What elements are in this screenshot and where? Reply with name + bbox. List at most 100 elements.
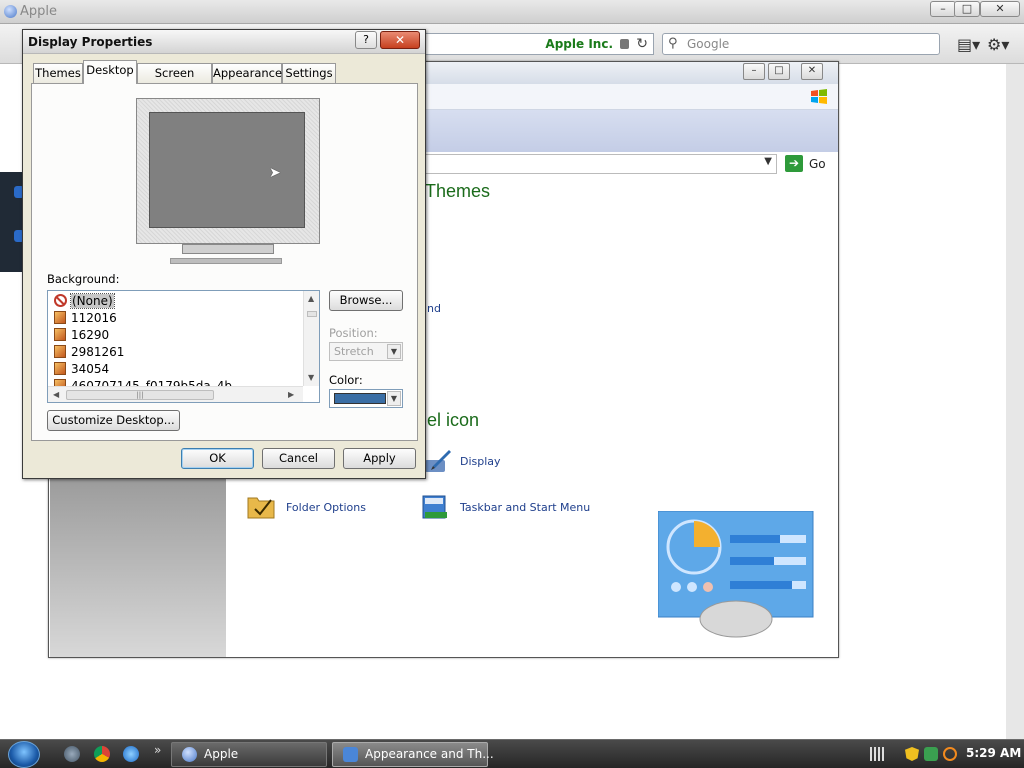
chrome-icon[interactable] — [94, 746, 110, 762]
cp-restore-button[interactable]: □ — [768, 63, 790, 80]
cp-minimize-button[interactable]: – — [743, 63, 765, 80]
position-value: Stretch — [334, 345, 374, 358]
chevron-down-icon[interactable]: ▼ — [764, 156, 772, 167]
cancel-button[interactable]: Cancel — [262, 448, 335, 469]
gear-icon[interactable]: ⚙▾ — [987, 35, 1009, 54]
color-swatch — [334, 393, 386, 404]
search-icon: ⚲ — [668, 36, 678, 51]
browse-button[interactable]: Browse... — [329, 290, 403, 311]
network-icon[interactable] — [924, 747, 938, 761]
tab-themes[interactable]: Themes — [33, 63, 83, 83]
control-panel-illustration — [658, 511, 814, 638]
scroll-left-icon[interactable]: ◀ — [53, 390, 59, 399]
background-label: Background: — [47, 272, 120, 286]
go-button[interactable]: Go — [809, 157, 826, 171]
background-list[interactable]: (None) 112016 16290 2981261 34054 460707… — [47, 290, 320, 403]
scroll-right-icon[interactable]: ▶ — [288, 390, 294, 399]
image-file-icon — [54, 311, 66, 324]
taskbar-item-control-panel[interactable]: Appearance and Th... — [332, 742, 494, 767]
list-item[interactable]: 16290 — [54, 327, 294, 343]
ok-button[interactable]: OK — [181, 448, 254, 469]
browser-close-button[interactable]: ✕ — [980, 1, 1020, 17]
help-button[interactable]: ? — [355, 31, 377, 49]
cp-close-button[interactable]: ✕ — [801, 63, 823, 80]
list-item[interactable]: (None) — [54, 293, 294, 309]
none-icon — [54, 294, 67, 307]
search-icon[interactable] — [943, 747, 957, 761]
search-placeholder: Google — [687, 37, 730, 51]
chevron-down-icon: ▼ — [387, 344, 401, 359]
list-vertical-scrollbar[interactable]: ▲ ▼ — [303, 291, 319, 386]
scroll-up-icon[interactable]: ▲ — [308, 294, 314, 303]
color-label: Color: — [329, 373, 363, 387]
dialog-titlebar[interactable]: Display Properties ? ✕ — [23, 30, 425, 54]
internet-explorer-icon[interactable] — [123, 746, 139, 762]
go-arrow-icon[interactable]: ➔ — [785, 155, 803, 172]
cp-task-link[interactable]: nd — [427, 302, 441, 315]
tab-screen-saver[interactable]: Screen Saver — [137, 63, 212, 98]
show-desktop-icon[interactable] — [64, 746, 80, 762]
list-item[interactable]: 112016 — [54, 310, 294, 326]
cp-heading-themes: Themes — [425, 181, 491, 201]
position-select: Stretch ▼ — [329, 342, 403, 361]
monitor-base — [182, 244, 274, 254]
scroll-thumb[interactable]: ||| — [66, 390, 214, 400]
clock[interactable]: 5:29 AM — [966, 746, 1021, 760]
folder-options-icon[interactable] — [247, 492, 277, 520]
tab-settings[interactable]: Settings — [282, 63, 336, 83]
browser-logo-icon — [4, 5, 17, 18]
monitor-bezel: ➤ — [136, 98, 320, 244]
reload-icon[interactable]: ↻ — [636, 36, 648, 52]
list-horizontal-scrollbar[interactable]: ◀ ||| ▶ — [48, 386, 303, 402]
scroll-thumb[interactable] — [307, 311, 317, 317]
apply-button[interactable]: Apply — [343, 448, 416, 469]
position-label: Position: — [329, 326, 378, 340]
cp-sidebar — [50, 479, 226, 657]
display-icon[interactable] — [423, 446, 453, 476]
mouse-cursor-icon: ➤ — [269, 165, 281, 181]
cp-heading-icon: el icon — [427, 410, 480, 430]
desktop-tab-panel: ➤ Background: (None) 112016 16290 298126… — [31, 83, 418, 441]
background-window-edge — [0, 172, 24, 272]
page-menu-icon[interactable]: ▤▾ — [957, 35, 980, 54]
taskbar: » Apple Appearance and Th... 5:29 AM — [0, 739, 1024, 768]
color-picker[interactable]: ▼ — [329, 389, 403, 408]
quick-launch-more-icon[interactable]: » — [154, 743, 161, 757]
taskbar-item-apple[interactable]: Apple — [171, 742, 327, 767]
folder-options-link[interactable]: Folder Options — [286, 501, 366, 514]
desktop-preview-monitor: ➤ — [136, 98, 320, 264]
security-shield-icon[interactable] — [905, 747, 919, 761]
url-site-identity[interactable]: Apple Inc. — [545, 37, 613, 51]
image-file-icon — [54, 345, 66, 358]
dialog-close-button[interactable]: ✕ — [380, 31, 420, 49]
browser-titlebar: Apple – □ ✕ — [0, 0, 1024, 24]
monitor-foot — [170, 258, 282, 264]
browser-restore-button[interactable]: □ — [954, 1, 980, 17]
start-button[interactable] — [8, 741, 40, 768]
chevron-down-icon[interactable]: ▼ — [387, 391, 401, 406]
browser-app-icon — [182, 747, 197, 762]
image-file-icon — [54, 328, 66, 341]
list-item[interactable]: 34054 — [54, 361, 294, 377]
taskbar-start-menu-link[interactable]: Taskbar and Start Menu — [460, 501, 590, 514]
customize-desktop-button[interactable]: Customize Desktop... — [47, 410, 180, 431]
address-bar[interactable]: Apple Inc. ↻ — [426, 33, 654, 55]
image-file-icon — [54, 362, 66, 375]
windows-flag-icon — [811, 89, 827, 104]
tab-appearance[interactable]: Appearance — [212, 63, 282, 83]
browser-scrollbar[interactable] — [1006, 64, 1024, 739]
tab-desktop[interactable]: Desktop — [83, 60, 137, 84]
display-link[interactable]: Display — [460, 455, 501, 468]
browser-minimize-button[interactable]: – — [930, 1, 956, 17]
search-input[interactable]: ⚲ Google — [662, 33, 940, 55]
desktop-preview-screen: ➤ — [149, 112, 305, 228]
list-item[interactable]: 2981261 — [54, 344, 294, 360]
display-properties-dialog: Display Properties ? ✕ Themes Desktop Sc… — [22, 29, 426, 479]
control-panel-app-icon — [343, 747, 358, 762]
scroll-down-icon[interactable]: ▼ — [308, 373, 314, 382]
keyboard-icon[interactable] — [870, 747, 884, 761]
browser-title: Apple — [20, 4, 58, 19]
lock-icon — [620, 39, 629, 49]
taskbar-start-menu-icon[interactable] — [421, 494, 453, 522]
dialog-title: Display Properties — [28, 35, 153, 49]
